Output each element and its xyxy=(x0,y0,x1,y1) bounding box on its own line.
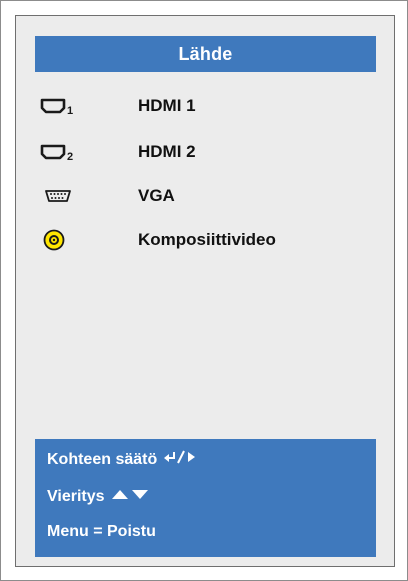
menu-title-text: Lähde xyxy=(178,43,233,64)
source-label: HDMI 1 xyxy=(138,96,196,115)
help-menu-row: Menu = Poistu xyxy=(47,523,156,541)
svg-text:1: 1 xyxy=(67,105,73,117)
help-scroll-row: Vieritys xyxy=(47,487,151,506)
source-item-hdmi-1[interactable]: 1 HDMI 1 xyxy=(40,92,370,120)
help-adjust-label: Kohteen säätö xyxy=(47,450,158,468)
source-label: HDMI 2 xyxy=(138,142,196,161)
osd-frame: Lähde 1 HDMI 1 2 HDMI 2 VGA Komposiittiv… xyxy=(0,0,408,581)
help-menu-label: Menu = Poistu xyxy=(47,523,156,540)
menu-title: Lähde xyxy=(35,36,376,72)
source-label: VGA xyxy=(138,186,175,205)
hdmi-1-icon: 1 xyxy=(40,92,80,120)
source-item-composite[interactable]: Komposiittivideo xyxy=(40,226,370,254)
source-menu-panel: Lähde 1 HDMI 1 2 HDMI 2 VGA Komposiittiv… xyxy=(15,15,395,567)
help-scroll-label: Vieritys xyxy=(47,487,105,505)
svg-text:2: 2 xyxy=(67,151,73,163)
help-adjust-row: Kohteen säätö xyxy=(47,449,199,470)
hdmi-2-icon: 2 xyxy=(40,138,80,166)
source-item-vga[interactable]: VGA xyxy=(40,182,370,210)
vga-icon xyxy=(40,182,80,210)
source-item-hdmi-2[interactable]: 2 HDMI 2 xyxy=(40,138,370,166)
composite-video-icon xyxy=(40,226,80,254)
help-box: Kohteen säätö Vieritys Menu = Poistu xyxy=(35,439,376,557)
enter-right-icon xyxy=(163,449,199,470)
up-down-arrows-icon xyxy=(111,487,151,506)
source-label: Komposiittivideo xyxy=(138,230,276,249)
